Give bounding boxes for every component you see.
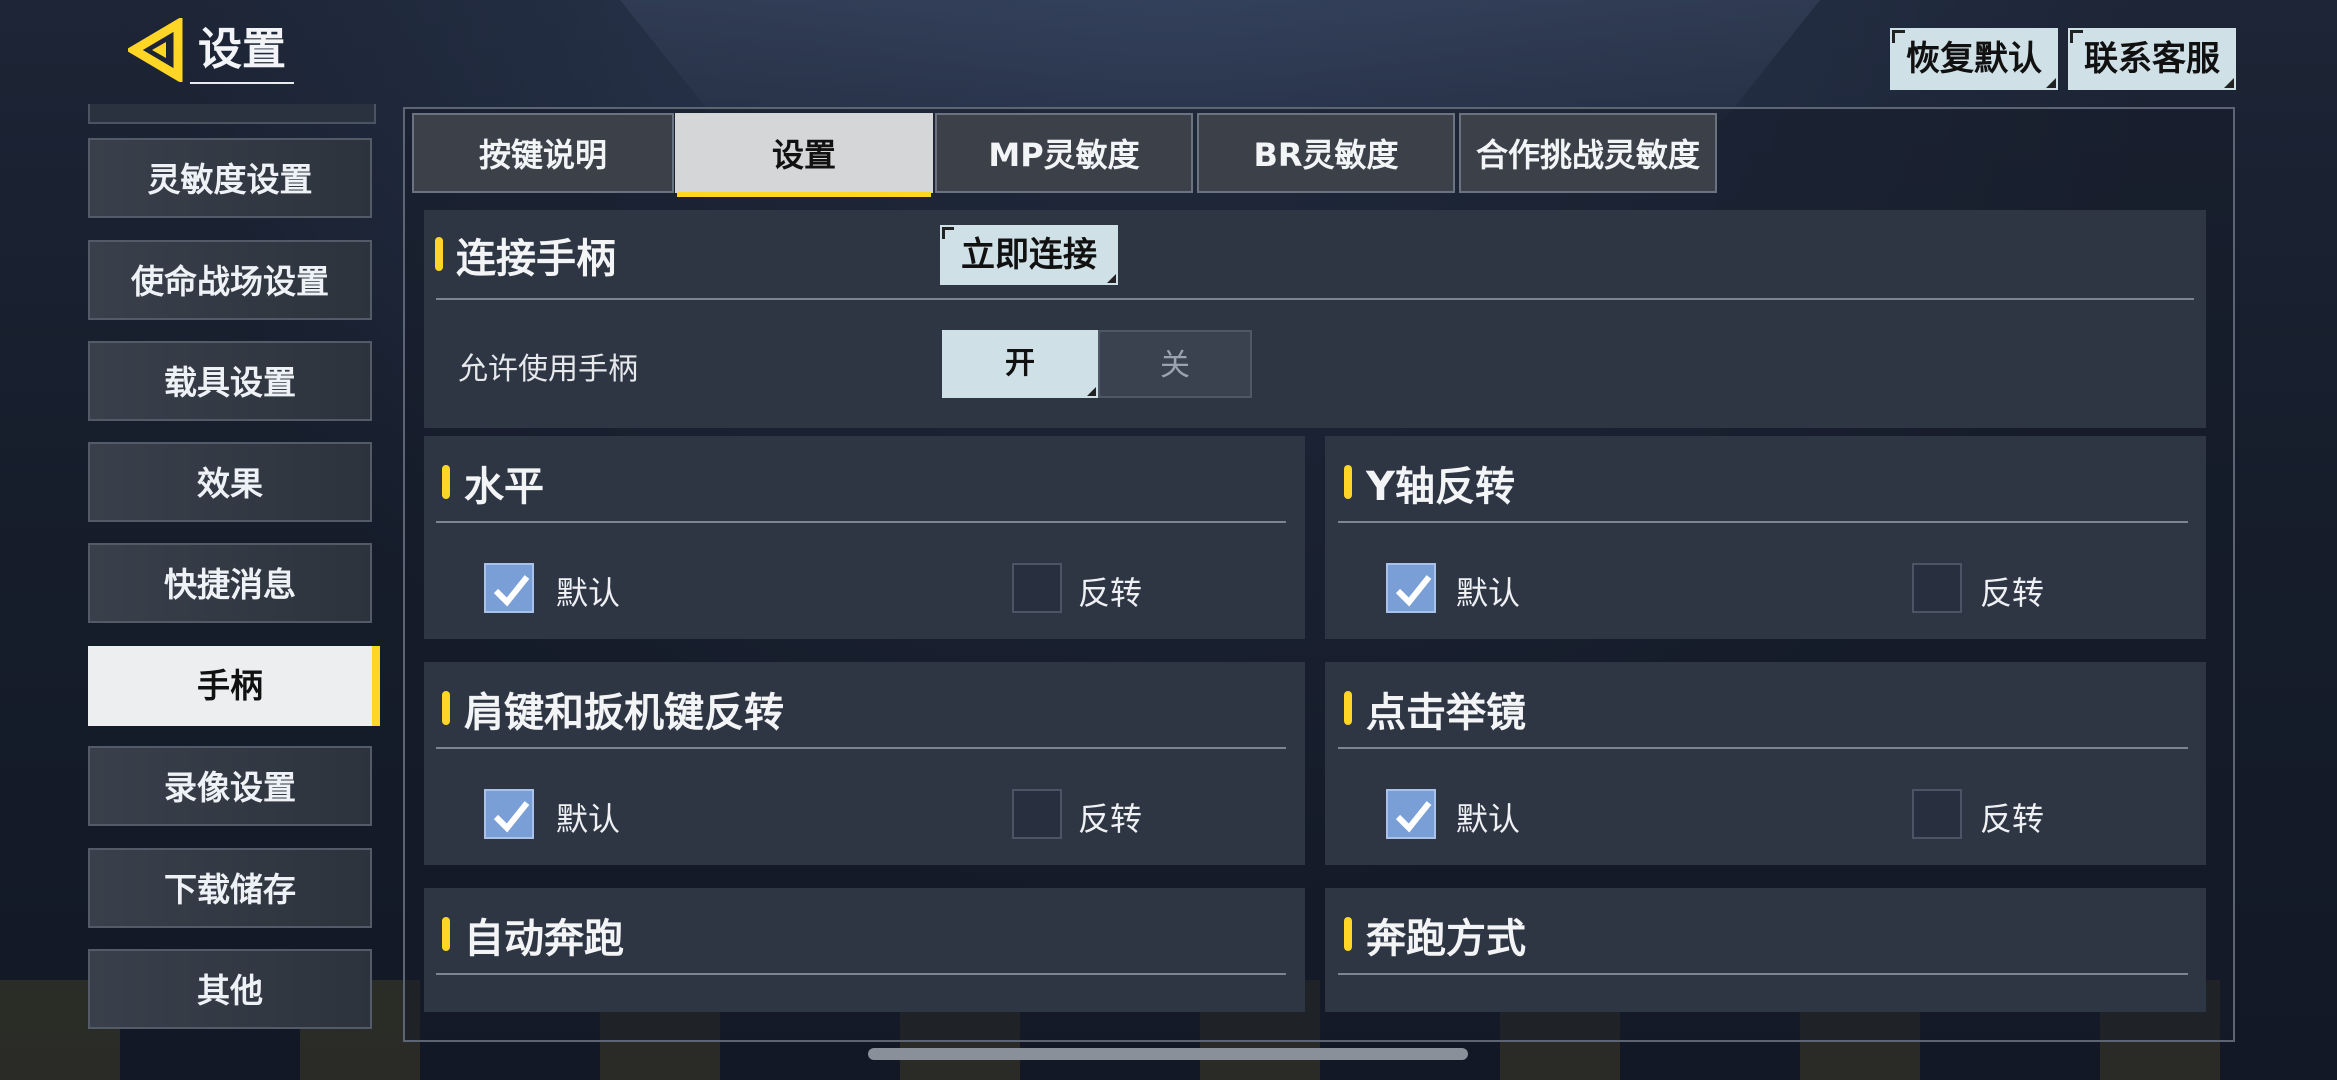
section-divider (436, 521, 1286, 523)
y-invert-default-checkbox[interactable] (1386, 563, 1436, 613)
allow-controller-label: 允许使用手柄 (458, 352, 638, 387)
y-invert-section-title: Y轴反转 (1366, 464, 1515, 510)
contact-support-button[interactable]: 联系客服 (2068, 28, 2236, 90)
sidebar-item-quick-messages[interactable]: 快捷消息 (88, 543, 372, 623)
connect-now-button[interactable]: 立即连接 (940, 225, 1118, 285)
bumper-invert-section-title: 肩键和扳机键反转 (464, 690, 784, 736)
checkmark-icon (1395, 801, 1432, 833)
tab-br-sensitivity[interactable]: BR灵敏度 (1197, 113, 1455, 193)
horizontal-section-title: 水平 (464, 464, 544, 510)
sidebar-item-battlefield[interactable]: 使命战场设置 (88, 240, 372, 320)
home-indicator[interactable] (868, 1048, 1468, 1060)
horizontal-invert-checkbox[interactable] (1012, 563, 1062, 613)
y-invert-invert-checkbox[interactable] (1912, 563, 1962, 613)
tab-coop-sensitivity[interactable]: 合作挑战灵敏度 (1459, 113, 1717, 193)
sidebar-item-controller[interactable]: 手柄 (88, 646, 380, 726)
bumper-invert-checkbox[interactable] (1012, 789, 1062, 839)
section-divider (1338, 747, 2188, 749)
y-invert-invert-label: 反转 (1980, 574, 2045, 612)
auto-sprint-section-title: 自动奔跑 (464, 916, 624, 962)
sidebar-item-recording[interactable]: 录像设置 (88, 746, 372, 826)
section-accent (1344, 691, 1352, 725)
bumper-invert-label: 反转 (1078, 800, 1143, 838)
sidebar-item-sensitivity[interactable]: 灵敏度设置 (88, 138, 372, 218)
section-accent (442, 691, 450, 725)
bumper-default-checkbox[interactable] (484, 789, 534, 839)
section-accent (1344, 465, 1352, 499)
sidebar-item-effects[interactable]: 效果 (88, 442, 372, 522)
y-invert-default-label: 默认 (1456, 574, 1521, 612)
tap-ads-default-checkbox[interactable] (1386, 789, 1436, 839)
tab-settings[interactable]: 设置 (675, 113, 933, 197)
tap-ads-default-label: 默认 (1456, 800, 1521, 838)
checkmark-icon (1395, 575, 1432, 607)
controller-section (424, 210, 2206, 428)
horizontal-default-checkbox[interactable] (484, 563, 534, 613)
section-divider (436, 973, 1286, 975)
horizontal-default-label: 默认 (556, 574, 621, 612)
allow-controller-off-toggle[interactable]: 关 (1098, 330, 1252, 398)
background-frame (620, 0, 1820, 120)
bumper-default-label: 默认 (556, 800, 621, 838)
tab-key-guide[interactable]: 按键说明 (412, 113, 674, 193)
tap-ads-invert-label: 反转 (1980, 800, 2045, 838)
sidebar-item-vehicle[interactable]: 载具设置 (88, 341, 372, 421)
restore-defaults-button[interactable]: 恢复默认 (1890, 28, 2058, 90)
section-divider (1338, 973, 2188, 975)
tap-ads-invert-checkbox[interactable] (1912, 789, 1962, 839)
section-accent (435, 237, 443, 271)
checkmark-icon (493, 801, 530, 833)
controller-section-title: 连接手柄 (456, 236, 616, 282)
section-accent (442, 917, 450, 951)
section-accent (442, 465, 450, 499)
sidebar-item-other[interactable]: 其他 (88, 949, 372, 1029)
section-divider (436, 747, 1286, 749)
back-arrow-icon[interactable] (125, 16, 192, 84)
allow-controller-on-toggle[interactable]: 开 (942, 330, 1098, 398)
horizontal-invert-label: 反转 (1078, 574, 1143, 612)
sidebar-item-download-storage[interactable]: 下载储存 (88, 848, 372, 928)
checkmark-icon (493, 575, 530, 607)
section-divider (436, 298, 2194, 300)
section-accent (1344, 917, 1352, 951)
sprint-mode-section-title: 奔跑方式 (1366, 916, 1526, 962)
page-title: 设置 (190, 18, 294, 84)
section-divider (1338, 521, 2188, 523)
tap-ads-section-title: 点击举镜 (1366, 690, 1526, 736)
tab-mp-sensitivity[interactable]: MP灵敏度 (935, 113, 1193, 193)
sidebar-scroll-stub (88, 104, 376, 124)
